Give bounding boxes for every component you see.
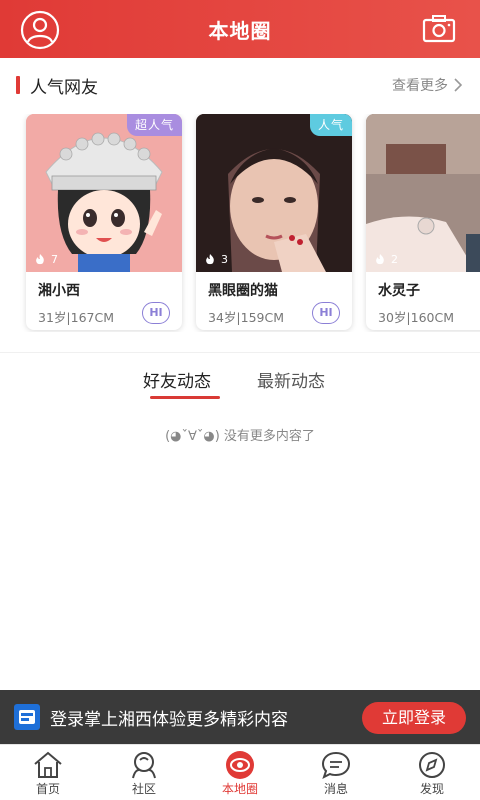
like-count: 2 [374, 250, 398, 268]
top-header: 本地圈 [0, 0, 480, 58]
flame-icon [376, 254, 384, 265]
empty-feed-message: (◕ˇ∀ˇ◕) 没有更多内容了 [165, 429, 315, 444]
popular-users-header: 人气网友 查看更多 [0, 68, 480, 102]
say-hi-button[interactable]: HI [312, 302, 340, 324]
app-logo-icon [14, 704, 40, 730]
tab-latest-feed[interactable]: 最新动态 [257, 367, 325, 392]
bottom-navigation: 首页 社区 本地圈 消息 发现 [0, 744, 480, 800]
popular-users-carousel[interactable]: 超人气 7 湘小西 31岁|167CM HI 人气 3 黑眼圈的猫 34岁|15… [0, 114, 480, 332]
popularity-badge: 超人气 [126, 114, 182, 136]
user-card[interactable]: 人气 2 水灵子 30岁|160CM HI [366, 114, 480, 330]
nav-home[interactable]: 首页 [0, 745, 96, 800]
user-name: 黑眼圈的猫 [208, 283, 278, 299]
user-photo [196, 114, 352, 272]
nav-local-circle-label: 本地圈 [221, 782, 258, 796]
camera-button[interactable] [422, 14, 456, 44]
user-name: 湘小西 [38, 283, 80, 299]
popularity-badge: 人气 [309, 114, 352, 136]
user-photo [26, 114, 182, 272]
login-prompt-text: 登录掌上湘西体验更多精彩内容 [50, 709, 288, 730]
see-more-label: 查看更多 [392, 78, 448, 94]
active-tab-indicator [150, 396, 220, 399]
user-age-height: 30岁|160CM [378, 310, 454, 325]
nav-community[interactable]: 社区 [96, 745, 192, 800]
like-count: 7 [34, 250, 58, 268]
login-banner: 登录掌上湘西体验更多精彩内容 立即登录 [0, 690, 480, 744]
local-circle-icon [226, 751, 254, 779]
like-count-value: 3 [221, 252, 228, 266]
page-title: 本地圈 [208, 18, 272, 43]
chevron-right-icon [454, 78, 462, 92]
message-icon [321, 751, 351, 779]
user-card[interactable]: 人气 3 黑眼圈的猫 34岁|159CM HI [196, 114, 352, 330]
section-title: 人气网友 [30, 77, 98, 98]
section-accent-bar [16, 76, 20, 94]
like-count: 3 [204, 250, 228, 268]
discover-icon [419, 752, 445, 778]
nav-community-label: 社区 [131, 782, 156, 796]
camera-icon [422, 15, 456, 43]
user-card[interactable]: 超人气 7 湘小西 31岁|167CM HI [26, 114, 182, 330]
nav-local-circle[interactable]: 本地圈 [192, 745, 288, 800]
flame-icon [206, 254, 214, 265]
user-name: 水灵子 [378, 283, 420, 299]
user-profile-button[interactable] [20, 10, 60, 50]
say-hi-button[interactable]: HI [142, 302, 170, 324]
nav-discover-label: 发现 [419, 782, 444, 796]
user-age-height: 34岁|159CM [208, 310, 284, 325]
user-age-height: 31岁|167CM [38, 310, 114, 325]
like-count-value: 7 [51, 252, 58, 266]
login-now-button[interactable]: 立即登录 [362, 702, 466, 734]
divider [0, 352, 480, 353]
tab-friends-feed[interactable]: 好友动态 [143, 367, 211, 392]
user-icon [20, 10, 60, 50]
flame-icon [36, 254, 44, 265]
see-more-link[interactable]: 查看更多 [392, 75, 462, 95]
user-photo [366, 114, 480, 272]
home-icon [34, 751, 62, 778]
nav-home-label: 首页 [35, 782, 60, 796]
nav-messages[interactable]: 消息 [288, 745, 384, 800]
community-icon [132, 752, 156, 779]
like-count-value: 2 [391, 252, 398, 266]
nav-messages-label: 消息 [323, 782, 348, 796]
nav-discover[interactable]: 发现 [384, 745, 480, 800]
